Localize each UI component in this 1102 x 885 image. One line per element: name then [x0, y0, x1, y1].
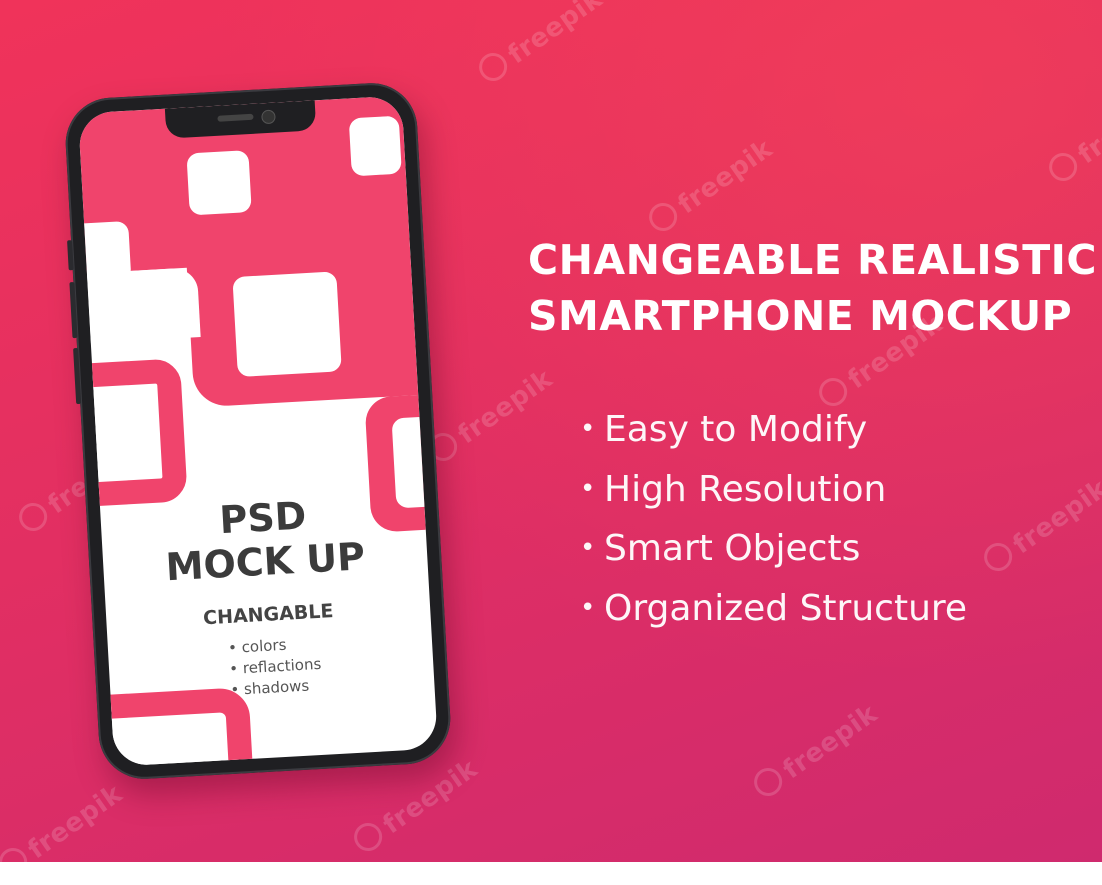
feature-item: • Smart Objects: [580, 519, 967, 579]
camera-icon: [261, 109, 276, 125]
screen-pattern: [77, 358, 188, 508]
speaker-icon: [217, 113, 254, 122]
bullet-icon: •: [580, 414, 596, 444]
feature-item: • High Resolution: [580, 460, 967, 520]
volume-up-button: [67, 240, 74, 271]
screen-pattern: [186, 150, 252, 216]
screen-pattern: [232, 271, 342, 378]
bullet-icon: •: [580, 533, 596, 563]
screen-pattern: [86, 267, 201, 344]
phone-screen: PSD MOCK UP CHANGABLE • colors • reflact…: [77, 95, 439, 767]
headline: CHANGEABLE REALISTIC SMARTPHONE MOCKUP: [528, 232, 1102, 344]
headline-line-1: CHANGEABLE REALISTIC: [528, 236, 1098, 284]
feature-item: • Easy to Modify: [580, 400, 967, 460]
screen-pattern: [348, 115, 402, 177]
bullet-icon: •: [580, 473, 596, 504]
feature-item: • Organized Structure: [580, 579, 967, 639]
feature-list: • Easy to Modify • High Resolution • Smart …: [580, 400, 967, 638]
mockup-subtitle: CHANGABLE: [202, 600, 334, 630]
mockup-option: • shadows: [229, 676, 310, 699]
smartphone-mockup: PSD MOCK UP CHANGABLE • colors • reflact…: [63, 80, 453, 782]
mockup-option-list: • colors • reflactions • shadows: [228, 633, 324, 701]
bullet-icon: •: [580, 592, 596, 623]
headline-line-2: SMARTPHONE MOCKUP: [528, 292, 1073, 340]
mockup-title: PSD MOCK UP: [100, 487, 428, 593]
